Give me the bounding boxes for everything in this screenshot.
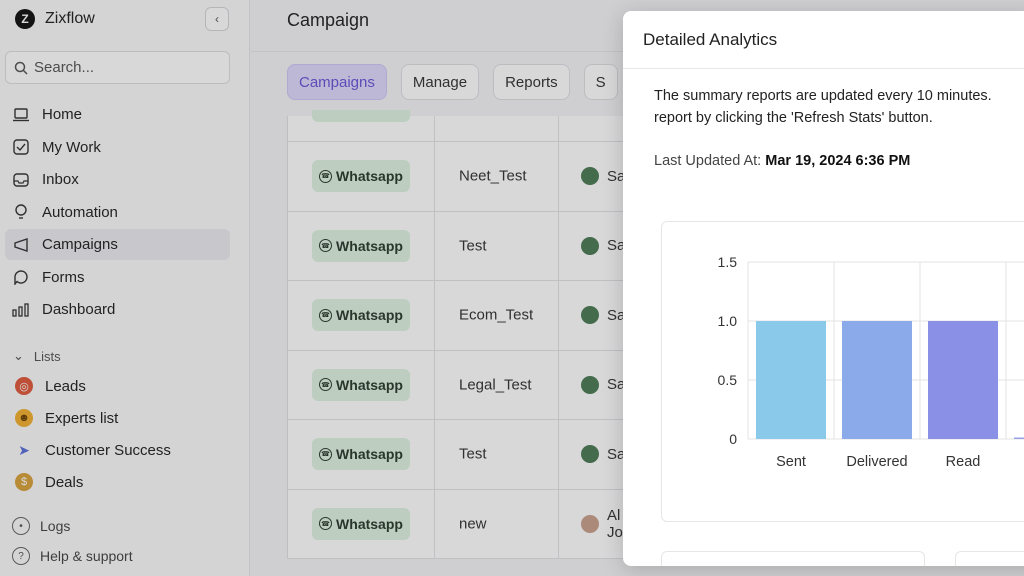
y-tick-label: 0.5: [718, 372, 738, 388]
x-tick-label: Read: [946, 454, 981, 470]
summary-card: [955, 551, 1024, 566]
x-tick-label: Sent: [776, 454, 806, 470]
bar-read: [928, 321, 998, 439]
last-updated-label: Last Updated At:: [654, 153, 762, 169]
description-line: report by clicking the 'Refresh Stats' b…: [654, 110, 933, 126]
modal-description: The summary reports are updated every 10…: [654, 85, 1024, 129]
y-tick-label: 0: [729, 431, 737, 447]
analytics-bar-chart: 0 0.5 1.0 1.5 Sent Delivered Read: [718, 254, 1024, 470]
bar-sent: [756, 321, 826, 439]
last-updated-value: Mar 19, 2024 6:36 PM: [765, 153, 911, 169]
analytics-modal: Detailed Analytics The summary reports a…: [623, 11, 1024, 566]
description-line: The summary reports are updated every 10…: [654, 88, 992, 104]
summary-card: [661, 551, 925, 566]
chart-card: 0 0.5 1.0 1.5 Sent Delivered Read: [661, 221, 1024, 522]
bar-more: [1014, 437, 1024, 439]
bar-delivered: [842, 321, 912, 439]
y-tick-label: 1.0: [718, 313, 738, 329]
last-updated: Last Updated At: Mar 19, 2024 6:36 PM: [654, 153, 910, 169]
y-tick-label: 1.5: [718, 254, 738, 270]
x-tick-label: Delivered: [846, 454, 907, 470]
modal-title: Detailed Analytics: [623, 11, 1024, 69]
